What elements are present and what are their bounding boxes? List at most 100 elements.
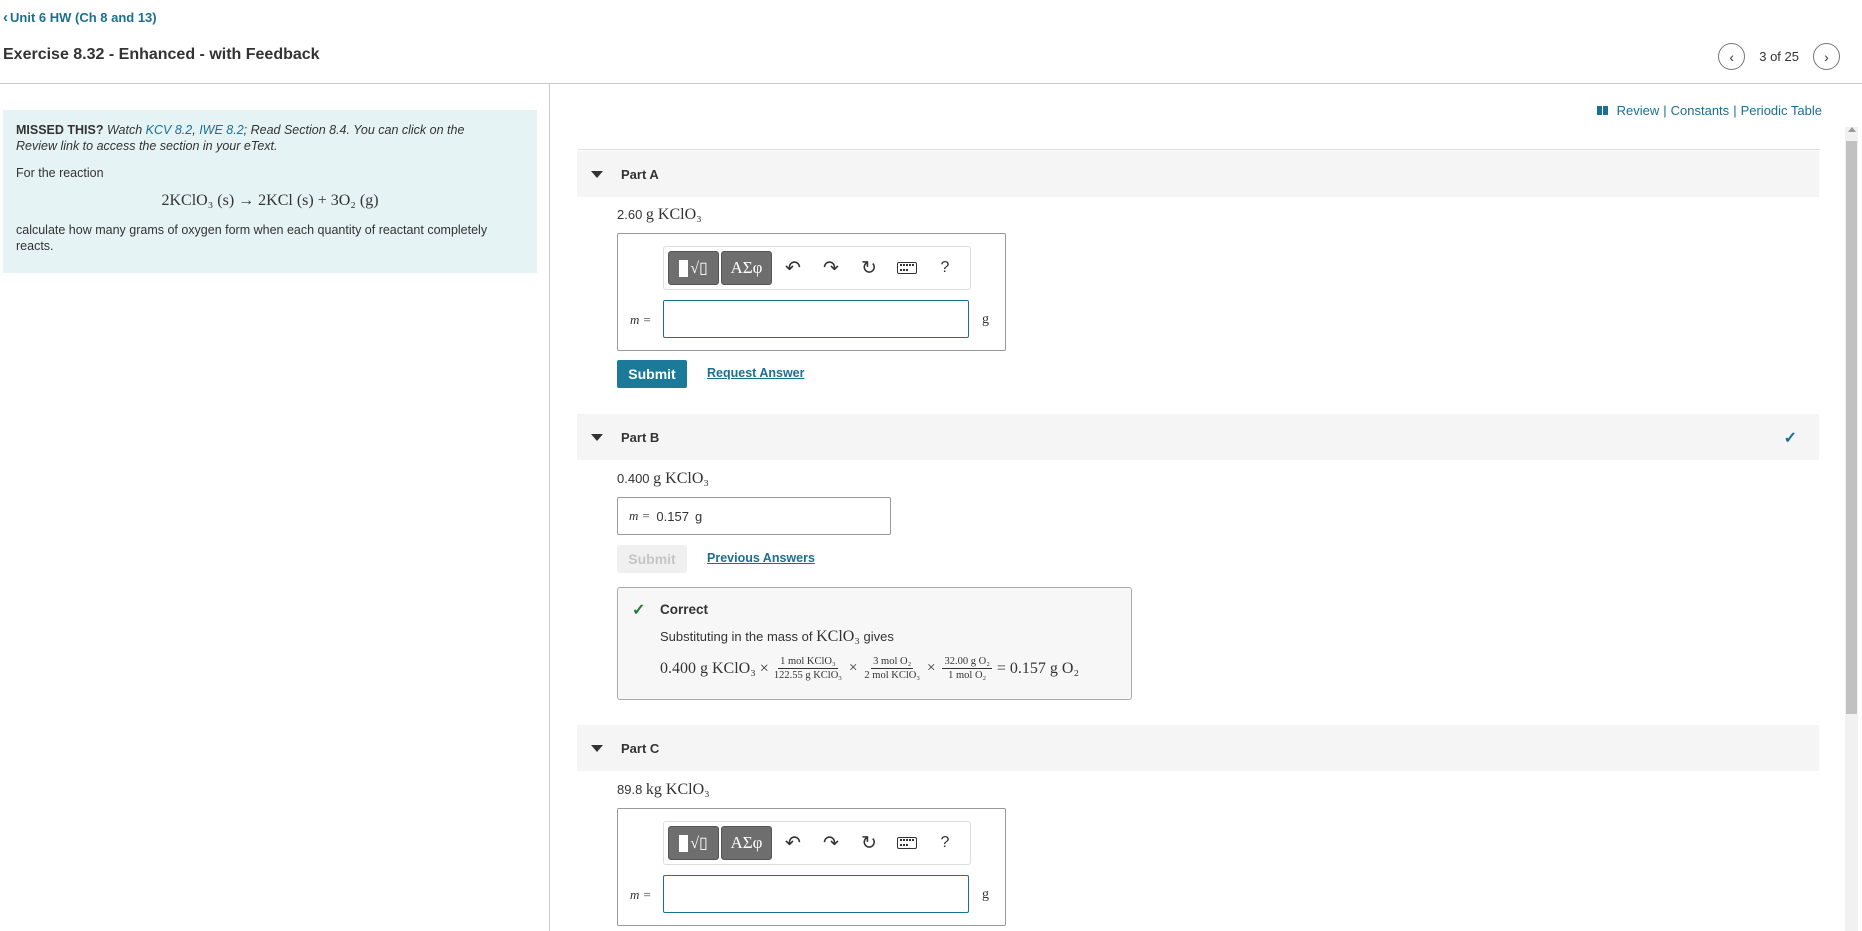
part-a-answer-box: √▯ AΣφ ↶ ↷ ↻ ? m = g xyxy=(617,233,1006,351)
mass-variable-label: m = xyxy=(630,312,652,327)
scroll-up-arrow-icon[interactable] xyxy=(1848,127,1856,132)
eq-start: 0.400 g KClO₃ × xyxy=(660,659,769,677)
templates-button[interactable]: √▯ xyxy=(668,251,719,285)
part-c-header[interactable]: Part C xyxy=(577,725,1819,771)
part-b-quantity: 0.400 xyxy=(617,471,654,486)
feedback-explanation: Substituting in the mass of KClO₃ gives xyxy=(660,628,894,646)
fraction-denominator: 2 mol KClO₃ xyxy=(864,670,921,681)
review-link[interactable]: Review xyxy=(1617,103,1660,118)
part-c-label: Part C xyxy=(621,740,660,756)
part-b-submit-button: Submit xyxy=(617,545,687,573)
part-a-header[interactable]: Part A xyxy=(577,151,1819,197)
scrollbar-thumb[interactable] xyxy=(1846,141,1857,714)
part-c-quantity: 89.8 xyxy=(617,782,646,797)
keyboard-icon xyxy=(897,262,917,274)
back-link-label: Unit 6 HW (Ch 8 and 13) xyxy=(10,10,157,25)
intro-panel: MISSED THIS? Watch KCV 8.2, IWE 8.2; Rea… xyxy=(3,110,537,273)
iwe-link[interactable]: IWE 8.2 xyxy=(199,123,243,137)
fraction-numerator: 1 mol KClO₃ xyxy=(778,656,838,669)
part-a-chem: g KClO₃ xyxy=(645,206,702,223)
part-a-quantity: 2.60 xyxy=(617,207,646,222)
fraction-mole-ratio: 3 mol O₂ 2 mol KClO₃ xyxy=(864,656,920,681)
pane-divider xyxy=(549,84,550,931)
template-block-icon xyxy=(679,259,689,277)
templates-button[interactable]: √▯ xyxy=(668,826,719,860)
item-navigation: ‹ 3 of 25 › xyxy=(1718,43,1840,70)
unit-label: g xyxy=(694,508,703,524)
kcv-link[interactable]: KCV 8.2 xyxy=(146,123,193,137)
previous-answers-link[interactable]: Previous Answers xyxy=(707,551,815,565)
resource-links: Review | Constants | Periodic Table xyxy=(1596,103,1822,118)
mass-variable-label: m = xyxy=(629,508,651,523)
link-separator: | xyxy=(1733,103,1737,118)
part-b-chem: g KClO₃ xyxy=(653,470,709,487)
part-a-label: Part A xyxy=(621,166,659,182)
instruction-text: calculate how many grams of oxygen form … xyxy=(16,223,488,253)
caret-down-icon xyxy=(591,433,603,441)
vertical-scrollbar[interactable] xyxy=(1845,127,1858,931)
greek-symbols-button[interactable]: AΣφ xyxy=(721,251,772,285)
part-a-submit-button[interactable]: Submit xyxy=(617,360,687,388)
page-title: Exercise 8.32 - Enhanced - with Feedback xyxy=(3,46,320,63)
part-c-answer-box: √▯ AΣφ ↶ ↷ ↻ ? m = g xyxy=(617,808,1006,926)
greek-symbols-button[interactable]: AΣφ xyxy=(721,826,772,860)
fraction-o2-mass: 32.00 g O₂ 1 mol O₂ xyxy=(942,656,992,681)
undo-icon[interactable]: ↶ xyxy=(774,251,812,285)
fraction-denominator: 1 mol O₂ xyxy=(948,670,987,681)
previous-item-button[interactable]: ‹ xyxy=(1718,43,1746,70)
feedback-chem: KClO₃ xyxy=(816,628,860,645)
read-section-text: ; Read Section 8.4. You can click on the xyxy=(243,123,465,137)
reaction-equation: 2KClO₃ (s) → 2KCl (s) + 3O₂ (g) xyxy=(161,192,379,209)
radical-template-icon: √▯ xyxy=(690,260,708,277)
mass-variable-label: m = xyxy=(630,887,652,902)
constants-link[interactable]: Constants xyxy=(1671,103,1730,118)
watch-text: Watch xyxy=(103,123,146,137)
redo-icon[interactable]: ↷ xyxy=(812,251,850,285)
feedback-title: Correct xyxy=(660,602,709,617)
reset-icon[interactable]: ↻ xyxy=(850,251,888,285)
review-hint-text: Review link to access the section in you… xyxy=(16,139,278,153)
part-c-answer-input[interactable] xyxy=(663,875,969,913)
part-b-prompt: 0.400 g KClO₃ xyxy=(617,470,709,488)
part-c-prompt: 89.8 kg KClO₃ xyxy=(617,781,710,799)
feedback-equation: 0.400 g KClO₃ × 1 mol KClO₃ 122.55 g KCl… xyxy=(660,656,1079,681)
back-to-assignment-link[interactable]: ‹ Unit 6 HW (Ch 8 and 13) xyxy=(3,10,157,25)
part-b-header[interactable]: Part B ✓ xyxy=(577,414,1819,460)
missed-this-label: MISSED THIS? xyxy=(16,123,104,137)
next-item-button[interactable]: › xyxy=(1813,43,1840,70)
reset-icon[interactable]: ↻ xyxy=(850,826,888,860)
request-answer-link[interactable]: Request Answer xyxy=(707,366,804,380)
part-b-answer-value: 0.157 xyxy=(656,508,689,524)
periodic-table-link[interactable]: Periodic Table xyxy=(1741,103,1822,118)
help-icon[interactable]: ? xyxy=(926,251,964,285)
for-reaction-text: For the reaction xyxy=(16,166,104,180)
fraction-numerator: 3 mol O₂ xyxy=(871,656,914,669)
chevron-left-icon: ‹ xyxy=(1729,48,1735,65)
keyboard-button[interactable] xyxy=(888,826,926,860)
link-separator: | xyxy=(1663,103,1667,118)
part-a-answer-input[interactable] xyxy=(663,300,969,338)
feedback-text: Substituting in the mass of xyxy=(660,629,817,644)
chevron-right-icon: › xyxy=(1824,48,1829,65)
undo-icon[interactable]: ↶ xyxy=(774,826,812,860)
part-b-label: Part B xyxy=(621,429,660,445)
unit-label: g xyxy=(982,887,989,902)
radical-template-icon: √▯ xyxy=(690,835,708,852)
template-block-icon xyxy=(679,834,689,852)
correct-feedback-box: ✓ Correct Substituting in the mass of KC… xyxy=(617,587,1132,700)
keyboard-icon xyxy=(897,837,917,849)
links-divider xyxy=(578,149,1820,150)
caret-down-icon xyxy=(591,170,603,178)
help-icon[interactable]: ? xyxy=(926,826,964,860)
math-toolbar: √▯ AΣφ ↶ ↷ ↻ ? xyxy=(663,821,971,865)
header-divider xyxy=(0,83,1862,84)
check-icon: ✓ xyxy=(1783,430,1797,447)
times-sign: × xyxy=(848,660,858,676)
eq-result: = 0.157 g O₂ xyxy=(996,659,1080,677)
fraction-molar-mass: 1 mol KClO₃ 122.55 g KClO₃ xyxy=(774,656,842,681)
part-a-prompt: 2.60 g KClO₃ xyxy=(617,206,702,224)
caret-down-icon xyxy=(591,744,603,752)
feedback-text-tail: gives xyxy=(859,629,894,644)
keyboard-button[interactable] xyxy=(888,251,926,285)
redo-icon[interactable]: ↷ xyxy=(812,826,850,860)
